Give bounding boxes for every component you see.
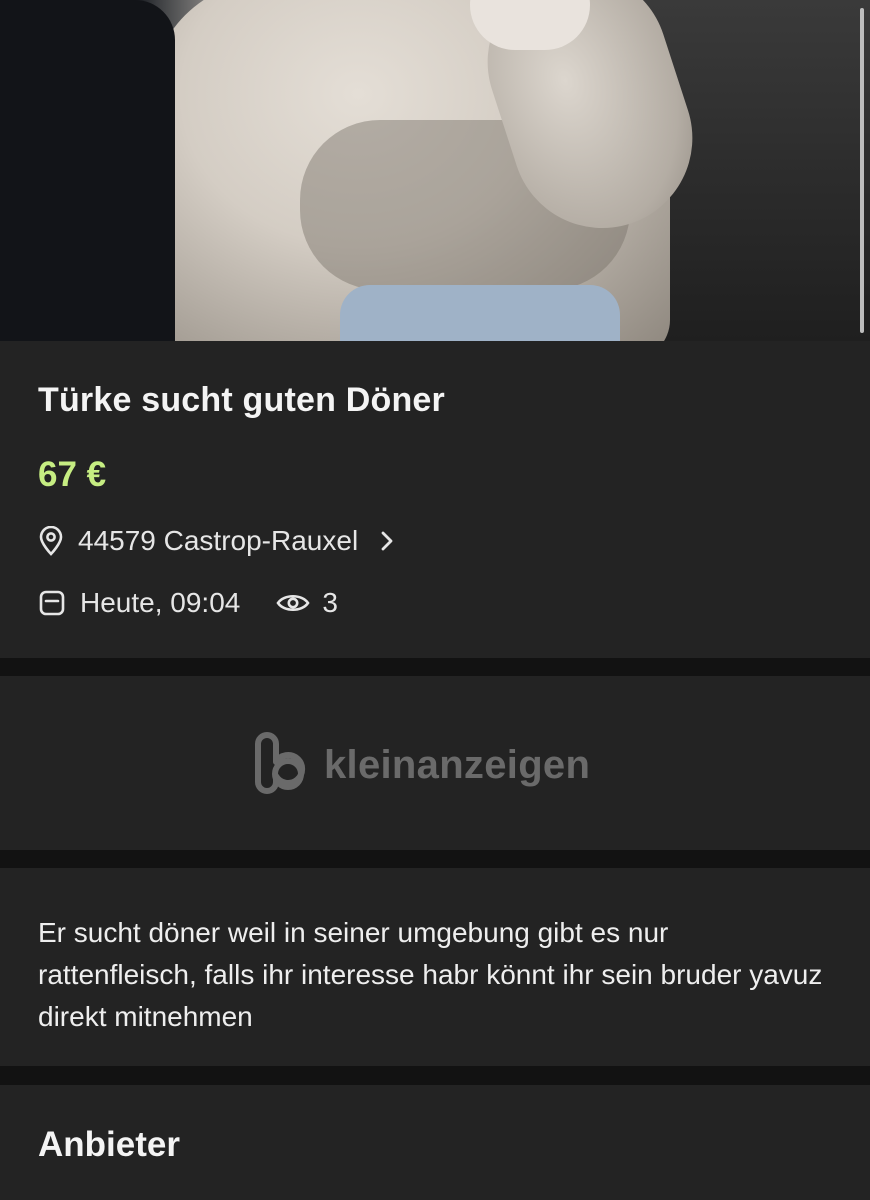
date-views-row: Heute, 09:04 3	[38, 587, 338, 619]
seller-card: Anbieter	[0, 1085, 870, 1200]
location-row[interactable]: 44579 Castrop-Rauxel	[38, 525, 394, 557]
kleinanzeigen-logo-icon	[250, 732, 308, 799]
brand-banner: kleinanzeigen	[0, 676, 870, 850]
eye-icon	[276, 591, 310, 615]
posted-date: Heute, 09:04	[80, 587, 241, 618]
listing-price: 67 €	[38, 455, 107, 494]
view-count: 3	[322, 587, 338, 618]
brand-name: kleinanzeigen	[324, 743, 591, 787]
chevron-right-icon	[380, 530, 394, 552]
listing-description: Er sucht döner weil in seiner umgebung g…	[38, 917, 823, 1032]
location-text: 44579 Castrop-Rauxel	[78, 525, 359, 556]
listing-photo[interactable]	[0, 0, 870, 341]
photo-scrollbar[interactable]	[860, 8, 864, 333]
photo-jeans	[340, 285, 620, 341]
photo-dark-jacket	[0, 0, 175, 341]
calendar-icon	[38, 589, 66, 617]
kleinanzeigen-logo: kleinanzeigen	[250, 732, 590, 799]
seller-heading: Anbieter	[38, 1125, 180, 1164]
location-pin-icon	[38, 526, 64, 556]
listing-title: Türke sucht guten Döner	[38, 381, 445, 419]
description-card: Er sucht döner weil in seiner umgebung g…	[0, 868, 870, 1066]
listing-info-card: Türke sucht guten Döner 67 € 44579 Castr…	[0, 341, 870, 658]
